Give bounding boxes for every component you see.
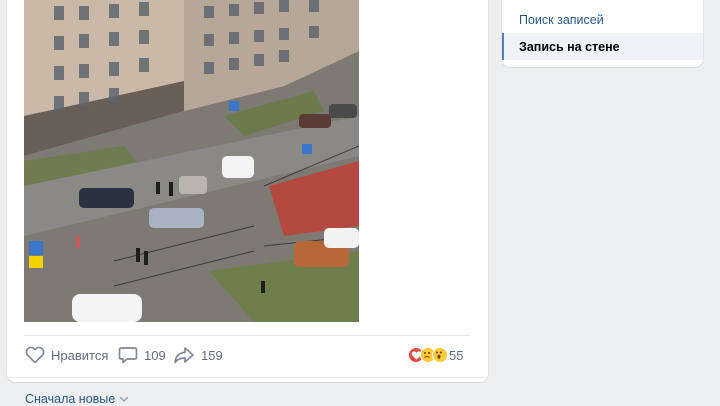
comments-sort-dropdown[interactable]: Сначала новые [25, 392, 129, 406]
menu-item-label: Поиск записей [519, 12, 604, 27]
actions-divider [24, 335, 471, 336]
post-photo-image [24, 0, 359, 322]
share-arrow-icon [174, 347, 194, 364]
post-photo[interactable] [24, 0, 359, 322]
shares-count: 159 [201, 347, 223, 363]
reactions-count[interactable]: 55 [449, 340, 471, 370]
chevron-down-icon [119, 396, 129, 403]
wall-post: Нравится 109 159 55 [7, 0, 488, 382]
menu-item-label: Запись на стене [519, 39, 620, 54]
comment-button[interactable]: 109 [118, 340, 166, 370]
reactions-summary[interactable] [408, 346, 448, 364]
menu-item-wall-post[interactable]: Запись на стене [502, 33, 703, 60]
post-actions-bar: Нравится 109 159 55 [7, 340, 488, 370]
comments-sort-label: Сначала новые [25, 392, 116, 406]
comments-divider [7, 377, 488, 378]
like-button[interactable]: Нравится [25, 340, 108, 370]
right-sidebar-menu: Поиск записей Запись на стене [502, 0, 703, 67]
like-label: Нравится [51, 347, 109, 363]
comments-count: 109 [144, 347, 166, 363]
reactions-count-label: 55 [449, 347, 464, 363]
heart-outline-icon [25, 346, 45, 364]
menu-item-search-posts[interactable]: Поиск записей [502, 6, 703, 33]
wow-reaction-icon [432, 347, 448, 363]
share-button[interactable]: 159 [173, 340, 223, 370]
comment-icon [118, 347, 138, 364]
